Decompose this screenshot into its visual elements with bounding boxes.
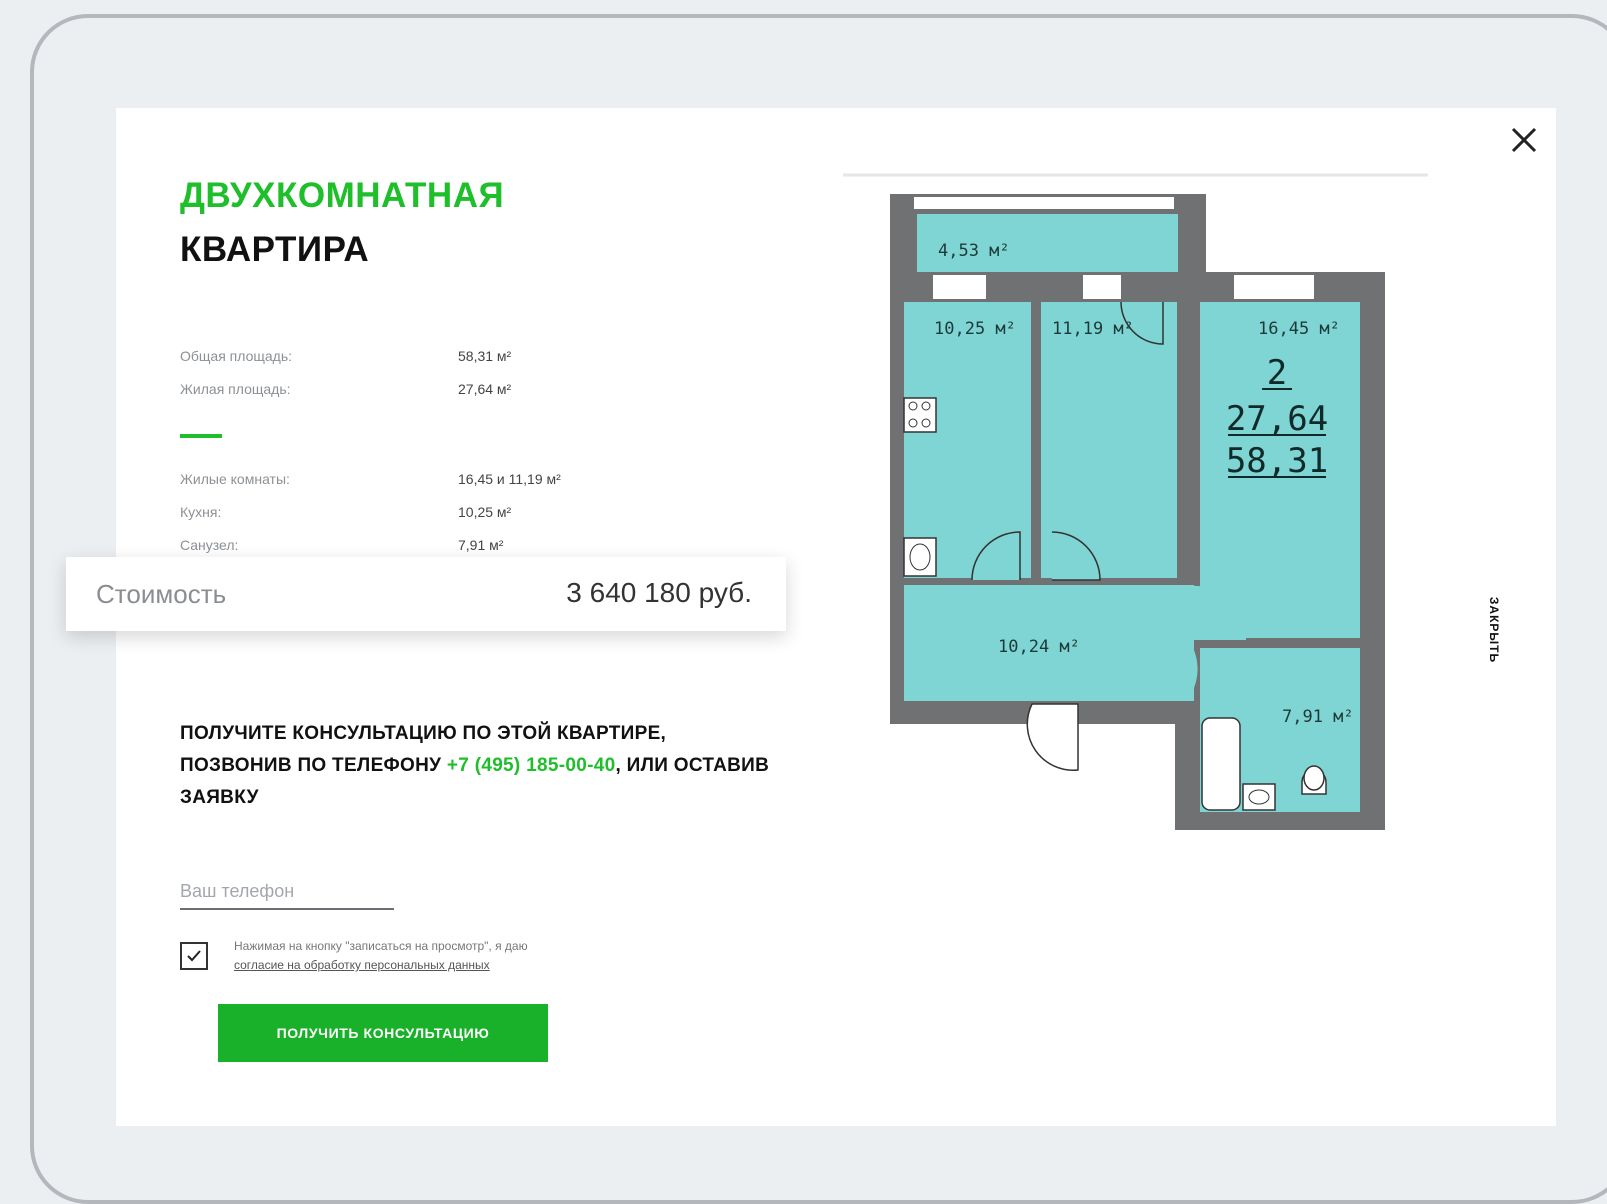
- window-kitchen: [931, 273, 988, 301]
- bathtub-icon: [1201, 717, 1241, 811]
- window-balcony: [912, 195, 1176, 211]
- window-middle: [1081, 273, 1123, 301]
- sink-icon: [903, 537, 937, 577]
- washbasin-icon: [1242, 783, 1276, 811]
- label-balcony: 4,53 м²: [938, 241, 1010, 261]
- label-hall: 10,24 м²: [998, 637, 1080, 657]
- window-right: [1232, 273, 1316, 301]
- label-room-right: 16,45 м²: [1258, 319, 1340, 339]
- stove-icon: [903, 397, 937, 433]
- wall-pillar: [1180, 194, 1206, 284]
- door-entrance: [1026, 703, 1079, 771]
- label-room-middle: 11,19 м²: [1052, 319, 1134, 339]
- toilet-icon: [1301, 765, 1327, 795]
- summary-total-area: 58,31: [1226, 441, 1328, 481]
- label-bath: 7,91 м²: [1282, 707, 1354, 727]
- summary-living-area: 27,64: [1226, 399, 1328, 439]
- label-kitchen: 10,25 м²: [934, 319, 1016, 339]
- summary-rooms-count: 2: [1267, 353, 1287, 393]
- floor-plan: 4,53 м² 10,25 м² 11,19 м² 16,45 м² 10,24…: [843, 173, 1428, 830]
